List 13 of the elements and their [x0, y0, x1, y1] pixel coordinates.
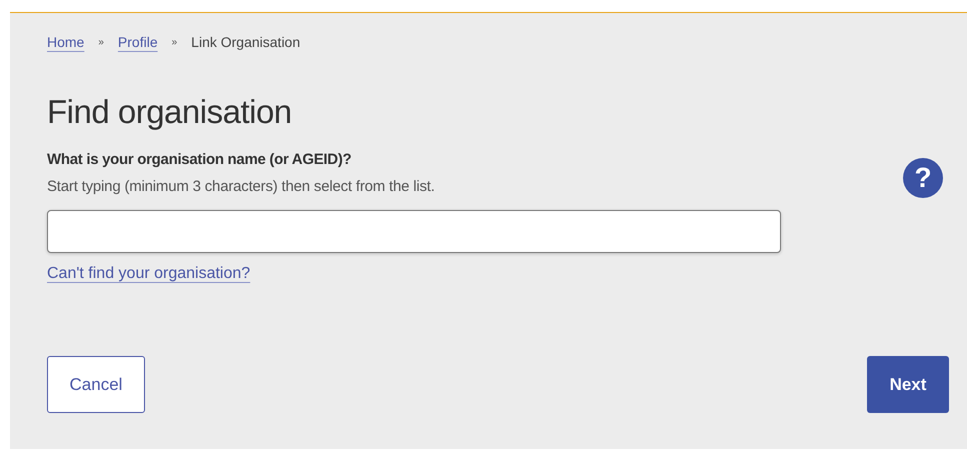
cancel-button[interactable]: Cancel [47, 356, 145, 413]
breadcrumb-current: Link Organisation [191, 34, 300, 50]
cant-find-link[interactable]: Can't find your organisation? [47, 265, 250, 283]
field-hint: Start typing (minimum 3 characters) then select from the list. [47, 178, 435, 195]
organisation-search-field[interactable] [47, 210, 781, 253]
page-heading: Find organisation [47, 93, 293, 131]
help-icon[interactable]: ? [903, 158, 943, 198]
breadcrumb-link[interactable]: Profile [118, 34, 158, 50]
field-label: What is your organisation name (or AGEID)? [47, 151, 352, 168]
breadcrumb-separator: » [98, 36, 104, 48]
next-button[interactable]: Next [867, 356, 949, 413]
breadcrumb-link[interactable]: Home [47, 34, 84, 50]
breadcrumb-separator: » [172, 36, 178, 48]
